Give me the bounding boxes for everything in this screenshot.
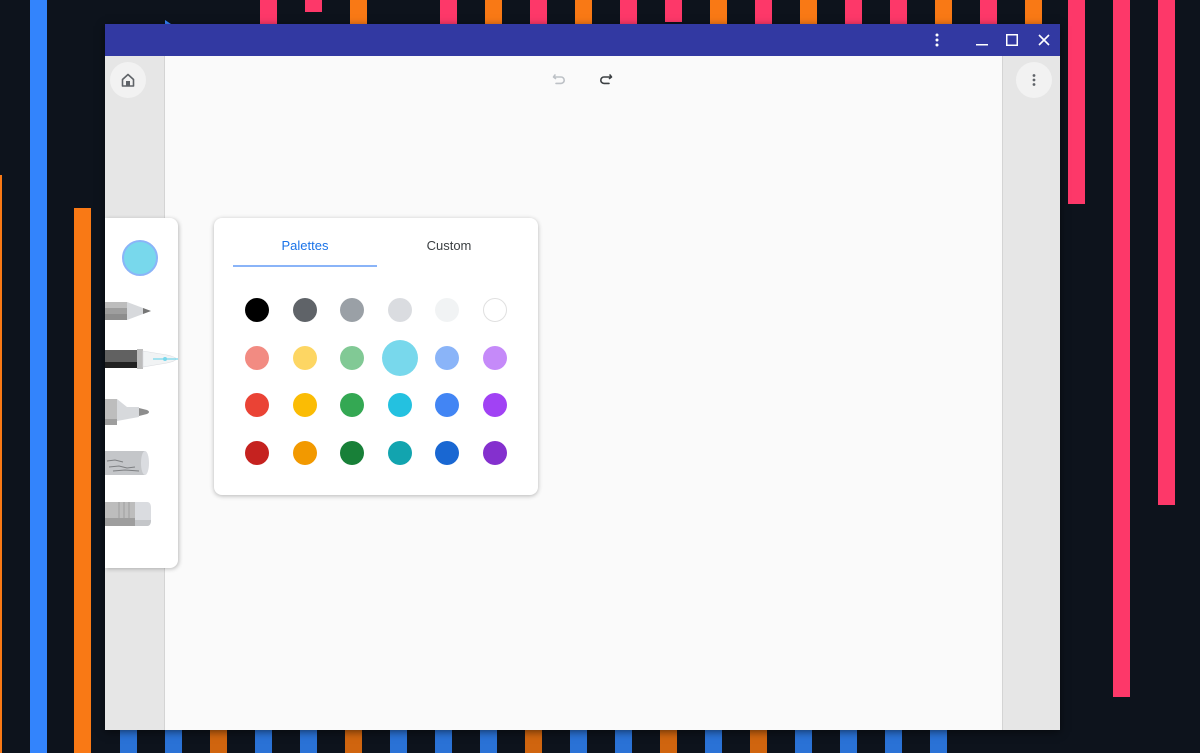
minimize-icon	[976, 44, 988, 46]
tool-panel	[105, 218, 178, 568]
color-swatch[interactable]	[340, 440, 364, 465]
color-swatch[interactable]	[435, 393, 459, 417]
color-swatch[interactable]	[482, 440, 507, 465]
wallpaper-stripe	[1068, 0, 1085, 204]
home-icon	[121, 73, 135, 87]
wallpaper-stripe	[1113, 0, 1130, 697]
wallpaper-stripe	[665, 0, 682, 22]
color-swatch[interactable]	[292, 393, 317, 417]
color-swatch[interactable]	[340, 393, 364, 417]
color-swatch[interactable]	[435, 298, 459, 322]
wallpaper-stripe	[305, 0, 322, 12]
more-vert-icon	[1032, 74, 1036, 86]
minimize-button[interactable]	[967, 24, 997, 56]
tab-custom[interactable]: Custom	[377, 234, 521, 266]
marker-icon	[105, 399, 149, 425]
current-color-button[interactable]	[122, 240, 158, 276]
color-swatch[interactable]	[292, 440, 317, 465]
color-swatch[interactable]	[482, 298, 507, 322]
color-swatch[interactable]	[387, 440, 412, 465]
tab-palettes[interactable]: Palettes	[233, 234, 377, 266]
redo-icon	[600, 74, 613, 85]
color-picker-panel: Palettes Custom	[214, 218, 538, 495]
close-icon	[1038, 34, 1050, 46]
color-swatch[interactable]	[340, 298, 364, 322]
color-swatch[interactable]	[292, 298, 317, 322]
chalk-tool[interactable]	[105, 447, 178, 479]
marker-tool[interactable]	[105, 395, 178, 427]
color-swatch[interactable]	[387, 298, 412, 322]
fountain-pen-tool[interactable]	[105, 342, 178, 376]
wallpaper-stripe	[74, 208, 91, 753]
color-swatch[interactable]	[292, 345, 317, 370]
color-swatch[interactable]	[387, 393, 412, 417]
active-tab-indicator	[233, 265, 377, 267]
home-button[interactable]	[110, 62, 146, 98]
wallpaper-stripe	[1158, 0, 1175, 505]
color-swatch[interactable]	[435, 440, 459, 465]
more-options-button[interactable]	[1016, 62, 1052, 98]
more-vert-icon	[935, 33, 939, 47]
right-rail	[1002, 56, 1060, 730]
color-swatch[interactable]	[482, 393, 507, 417]
color-swatch[interactable]	[482, 345, 507, 370]
pencil-icon	[105, 302, 151, 320]
maximize-button[interactable]	[997, 24, 1027, 56]
color-swatch[interactable]	[245, 440, 269, 465]
wallpaper-stripe	[0, 175, 2, 753]
desktop-wallpaper: Palettes Custom	[0, 0, 1200, 753]
title-bar[interactable]	[105, 24, 1060, 56]
eraser-tool[interactable]	[105, 498, 178, 528]
color-swatch[interactable]	[245, 298, 269, 322]
window-menu-button[interactable]	[922, 24, 952, 56]
pencil-tool[interactable]	[105, 296, 178, 326]
maximize-icon	[1006, 34, 1018, 46]
app-window: Palettes Custom	[105, 24, 1060, 730]
undo-icon	[552, 74, 565, 85]
color-swatch[interactable]	[435, 345, 459, 370]
color-swatch[interactable]	[245, 345, 269, 370]
fountain-pen-icon	[105, 349, 178, 369]
chalk-icon	[105, 451, 149, 475]
close-button[interactable]	[1029, 24, 1059, 56]
redo-button[interactable]	[588, 61, 624, 97]
color-swatch[interactable]	[340, 345, 364, 370]
eraser-icon	[105, 502, 151, 526]
color-swatch[interactable]	[381, 339, 418, 376]
wallpaper-stripe	[30, 0, 47, 753]
undo-button[interactable]	[541, 61, 577, 97]
color-swatch[interactable]	[245, 393, 269, 417]
